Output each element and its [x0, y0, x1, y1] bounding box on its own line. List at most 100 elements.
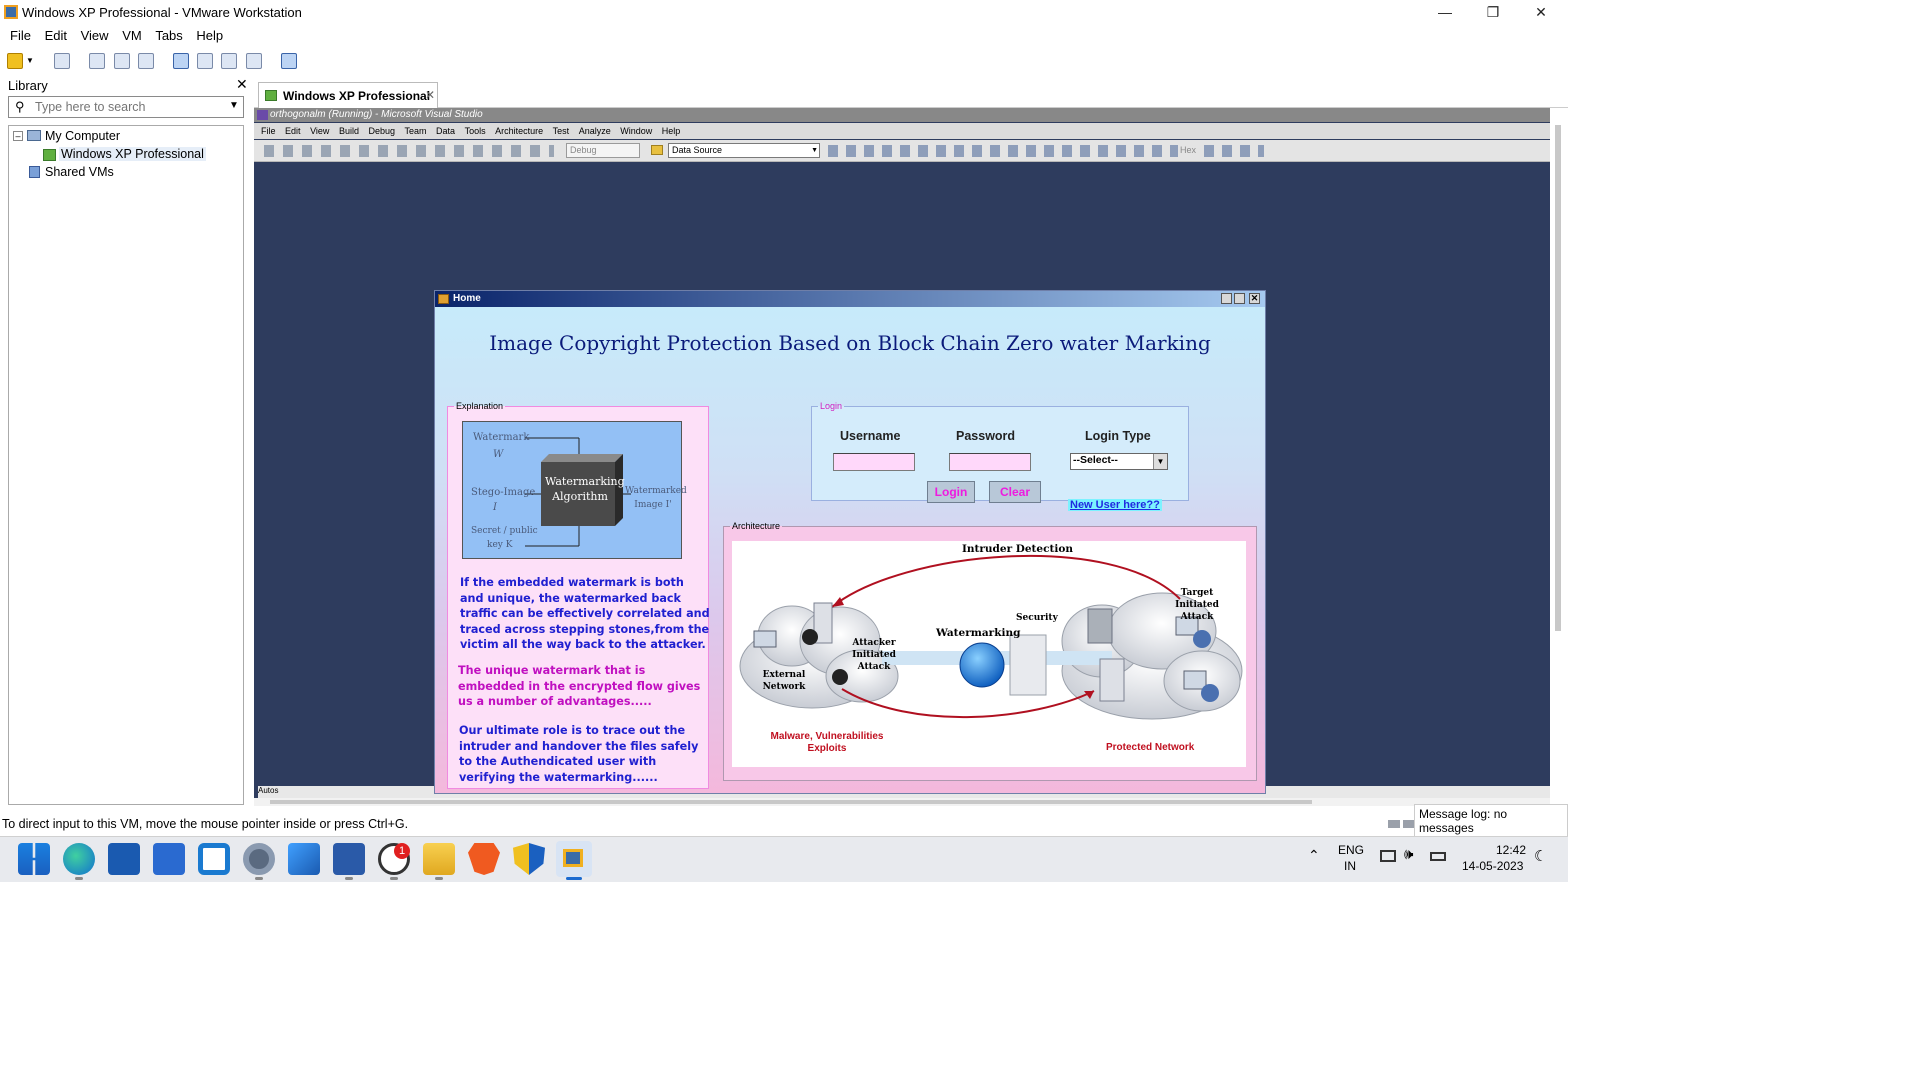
vs-menu-tools[interactable]: Tools	[465, 123, 486, 139]
thumbnail-bar-icon[interactable]	[197, 53, 213, 69]
restore-button[interactable]: ❐	[1470, 0, 1516, 26]
new-user-link[interactable]: New User here??	[1068, 499, 1162, 511]
hacker-icon	[802, 629, 818, 645]
photos-icon[interactable]	[288, 843, 320, 875]
diagram-label-algorithm: Watermarking Algorithm	[545, 475, 625, 503]
snapshot-icon[interactable]	[89, 53, 105, 69]
tab-windows-xp[interactable]: Windows XP Professional ✕	[258, 82, 438, 108]
form-title: Home	[453, 293, 481, 304]
clear-button[interactable]: Clear	[989, 481, 1041, 503]
tree-item-windows-xp[interactable]: Windows XP Professional	[59, 147, 206, 161]
close-button[interactable]: ✕	[1518, 0, 1564, 26]
tree-expander-icon[interactable]: –	[13, 131, 23, 141]
library-search-box[interactable]: ⚲ ▼	[8, 96, 244, 118]
username-field[interactable]	[833, 453, 915, 471]
send-keys-icon[interactable]	[54, 53, 70, 69]
form-minimize-button[interactable]	[1221, 293, 1232, 304]
form-maximize-button[interactable]	[1234, 293, 1245, 304]
vmware-running-indicator	[566, 877, 582, 880]
revert-snapshot-icon[interactable]	[114, 53, 130, 69]
user-computer-icon	[1183, 670, 1207, 690]
unity-icon[interactable]	[246, 53, 262, 69]
search-dropdown-icon[interactable]: ▼	[229, 100, 239, 111]
settings-gear-icon[interactable]	[243, 843, 275, 875]
menu-help[interactable]: Help	[196, 28, 223, 43]
cortana-icon[interactable]	[198, 843, 230, 875]
vs-menu-help[interactable]: Help	[662, 123, 681, 139]
window-title-bar: Windows XP Professional - VMware Worksta…	[0, 0, 1568, 26]
file-explorer-icon[interactable]	[423, 843, 455, 875]
show-library-icon[interactable]	[173, 53, 189, 69]
open-folder-icon[interactable]	[651, 145, 663, 155]
home-form-window: Home ✕ Image Copyright Protection Based …	[434, 290, 1266, 794]
edge-icon[interactable]	[63, 843, 95, 875]
mail-icon[interactable]	[153, 843, 185, 875]
algorithm-box-side	[615, 454, 623, 526]
vs-config-select[interactable]: Debug	[566, 143, 640, 158]
vs-toolbar-buttons-left	[264, 145, 554, 157]
volume-icon[interactable]: 🕪	[1404, 846, 1413, 863]
lang-line-2[interactable]: IN	[1344, 859, 1356, 873]
vs-menu-edit[interactable]: Edit	[285, 123, 301, 139]
lang-line-1[interactable]: ENG	[1338, 843, 1364, 857]
form-title-bar: Home ✕	[435, 291, 1265, 307]
vs-menu-window[interactable]: Window	[620, 123, 652, 139]
full-screen-icon[interactable]	[221, 53, 237, 69]
intrusion-arrow-top	[831, 554, 1181, 608]
library-close-icon[interactable]: ✕	[236, 76, 248, 93]
diagram-label-w: W	[493, 449, 504, 460]
explanation-paragraph-2: The unique watermark that is embedded in…	[458, 664, 701, 708]
whatsapp-badge: 1	[394, 843, 410, 859]
vs-menu-architecture[interactable]: Architecture	[495, 123, 543, 139]
console-view-icon[interactable]	[281, 53, 297, 69]
clock-time[interactable]: 12:42	[1496, 843, 1526, 857]
network-icon[interactable]	[1380, 850, 1396, 862]
menu-view[interactable]: View	[81, 28, 109, 43]
vm-vertical-scrollbar[interactable]	[1550, 108, 1568, 798]
vm-horizontal-scrollbar[interactable]	[254, 798, 1550, 806]
word-icon[interactable]	[333, 843, 365, 875]
label-attacker-attack: Attacker Initiated Attack	[852, 638, 896, 672]
vs-menu-debug[interactable]: Debug	[368, 123, 395, 139]
menu-vm[interactable]: VM	[122, 28, 142, 43]
message-log[interactable]: Message log: no messages	[1414, 804, 1568, 838]
powershell-icon[interactable]	[108, 843, 140, 875]
firewall-icon	[1009, 634, 1047, 696]
vs-menu-build[interactable]: Build	[339, 123, 359, 139]
vs-menu-file[interactable]: File	[261, 123, 276, 139]
vs-menu-test[interactable]: Test	[553, 123, 570, 139]
menu-edit[interactable]: Edit	[45, 28, 67, 43]
vs-menu-data[interactable]: Data	[436, 123, 455, 139]
login-button[interactable]: Login	[927, 481, 975, 503]
menu-tabs[interactable]: Tabs	[155, 28, 182, 43]
vs-menu-analyze[interactable]: Analyze	[579, 123, 611, 139]
security-shield-icon[interactable]	[513, 843, 545, 875]
vs-menu-team[interactable]: Team	[405, 123, 427, 139]
vs-menu-view[interactable]: View	[310, 123, 329, 139]
architecture-group: Architecture Intruder Detection Target I…	[723, 521, 1257, 781]
tree-item-shared-vms[interactable]: Shared VMs	[45, 165, 114, 179]
brave-icon[interactable]	[468, 843, 500, 875]
library-tree: – My Computer Windows XP Professional Sh…	[8, 125, 244, 805]
tab-close-icon[interactable]: ✕	[425, 88, 435, 102]
power-icon[interactable]	[7, 53, 23, 69]
search-input[interactable]	[35, 99, 215, 115]
menu-file[interactable]: File	[10, 28, 31, 43]
minimize-button[interactable]: —	[1422, 0, 1468, 26]
tree-item-my-computer[interactable]: My Computer	[45, 129, 120, 143]
vs-hex-button[interactable]: Hex	[1180, 145, 1196, 155]
snapshot-manager-icon[interactable]	[138, 53, 154, 69]
login-type-select[interactable]: --Select-- ▼	[1070, 453, 1168, 470]
password-field[interactable]	[949, 453, 1031, 471]
search-icon: ⚲	[15, 99, 25, 114]
chevron-up-icon[interactable]: ⌃	[1308, 847, 1320, 864]
scroll-thumb[interactable]	[270, 800, 1312, 804]
vs-datasource-select[interactable]: Data Source ▼	[668, 143, 820, 158]
battery-icon[interactable]	[1430, 852, 1446, 861]
moon-icon[interactable]: ☾	[1534, 847, 1547, 865]
clock-date[interactable]: 14-05-2023	[1462, 859, 1523, 873]
scroll-thumb[interactable]	[1555, 125, 1561, 631]
form-close-button[interactable]: ✕	[1249, 293, 1260, 304]
windows-start-icon[interactable]	[18, 843, 50, 875]
power-dropdown-icon[interactable]: ▼	[26, 56, 34, 65]
